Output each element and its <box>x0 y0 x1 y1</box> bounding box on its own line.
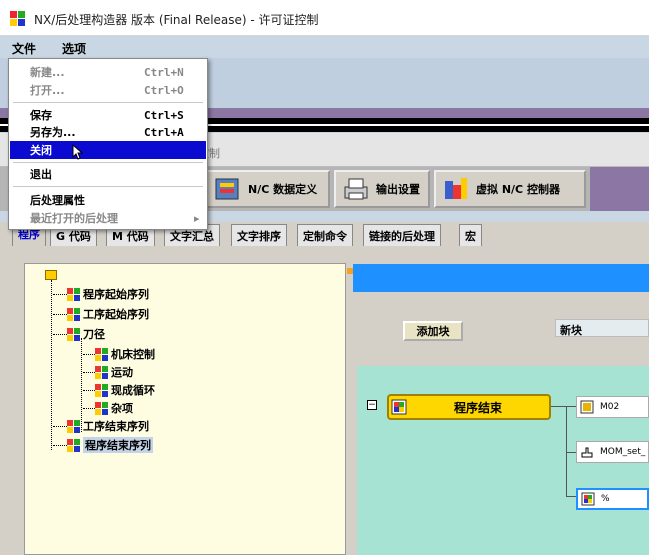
tab-label: N/C 数据定义 <box>248 183 318 196</box>
menu-bar: 文件 选项 <box>0 36 649 58</box>
decor-band <box>590 167 649 211</box>
nc-data-icon <box>214 175 242 203</box>
menu-separator <box>13 186 203 187</box>
printer-icon <box>342 175 370 203</box>
tab-word-sequence[interactable]: 文字排序 <box>231 224 287 246</box>
menu-item-post-properties[interactable]: 后处理属性 <box>10 191 206 209</box>
sequence-icon <box>67 438 80 452</box>
virtual-nc-icon <box>442 175 470 203</box>
tab-virtual-nc-controller[interactable]: 虚拟 N/C 控制器 <box>434 170 586 208</box>
menu-item-save[interactable]: 保存 Ctrl+S <box>10 106 206 124</box>
menu-item-close[interactable]: 关闭 <box>10 141 206 159</box>
sequence-icon <box>67 327 80 341</box>
file-menu-dropdown: 新建... Ctrl+N 打开... Ctrl+O 保存 Ctrl+S 另存为... C… <box>8 58 208 230</box>
collapse-toggle[interactable]: − <box>367 400 377 410</box>
tree-item-tool-path[interactable]: 刀径 <box>53 326 105 342</box>
block-m02[interactable]: M02 <box>576 396 649 418</box>
tab-macro[interactable]: 宏 <box>459 224 482 246</box>
sequence-icon <box>95 365 108 379</box>
tree-item-misc[interactable]: 杂项 <box>83 400 133 416</box>
block-percent[interactable]: % <box>576 488 649 510</box>
menu-item-open[interactable]: 打开... Ctrl+O <box>10 81 206 99</box>
hand-icon <box>580 445 594 459</box>
menu-item-exit[interactable]: 退出 <box>10 165 206 183</box>
connector <box>566 496 576 497</box>
sequence-icon <box>95 401 108 415</box>
tree-item-machine-control[interactable]: 机床控制 <box>83 346 155 362</box>
menu-file[interactable]: 文件 <box>12 40 36 57</box>
tab-custom-command[interactable]: 定制命令 <box>297 224 353 246</box>
window-title: NX/后处理构造器 版本 (Final Release) - 许可证控制 <box>34 13 319 27</box>
tab-nc-data-definition[interactable]: N/C 数据定义 <box>206 170 330 208</box>
tab-label: 虚拟 N/C 控制器 <box>476 183 560 196</box>
title-bar: NX/后处理构造器 版本 (Final Release) - 许可证控制 <box>0 0 649 36</box>
mouse-cursor-icon <box>72 143 84 163</box>
new-block-select[interactable]: 新块 <box>555 319 649 337</box>
sequence-icon <box>391 399 407 415</box>
editor-header-bar <box>353 264 649 292</box>
tree-item-operation-end[interactable]: 工序结束序列 <box>53 418 149 434</box>
sequence-icon <box>95 383 108 397</box>
tab-label: 输出设置 <box>376 183 420 196</box>
block-icon <box>580 400 594 414</box>
tree-item-program-end[interactable]: 程序结束序列 <box>53 437 153 453</box>
folder-icon[interactable] <box>45 270 57 280</box>
block-icon <box>581 492 595 506</box>
tab-linked-posts[interactable]: 链接的后处理 <box>363 224 441 246</box>
menu-item-save-as[interactable]: 另存为... Ctrl+A <box>10 123 206 141</box>
menu-separator <box>13 102 203 103</box>
menu-item-recent-posts[interactable]: 最近打开的后处理 ▸ <box>10 209 206 227</box>
menu-separator <box>13 162 203 163</box>
menu-item-new[interactable]: 新建... Ctrl+N <box>10 63 206 81</box>
connector <box>566 452 576 453</box>
chevron-right-icon: ▸ <box>194 211 200 225</box>
connector <box>566 406 567 496</box>
tab-output-settings[interactable]: 输出设置 <box>334 170 430 208</box>
sequence-icon <box>67 419 80 433</box>
sequence-icon <box>95 347 108 361</box>
menu-options[interactable]: 选项 <box>62 40 86 57</box>
program-end-marker[interactable]: 程序结束 <box>387 394 551 420</box>
sequence-icon <box>67 307 80 321</box>
tree-item-canned-cycle[interactable]: 现成循环 <box>83 382 155 398</box>
add-block-button[interactable]: 添加块 <box>403 321 463 341</box>
sequence-icon <box>67 287 80 301</box>
tree-item-program-start[interactable]: 程序起始序列 <box>53 286 149 302</box>
block-mom-set[interactable]: MOM_set_ <box>576 441 649 463</box>
app-icon <box>10 11 26 27</box>
sequence-tree: 程序起始序列 工序起始序列 刀径 机床控制 运动 现成循环 杂项 工序结束序列 <box>24 263 346 555</box>
connector <box>551 406 577 407</box>
tree-item-motion[interactable]: 运动 <box>83 364 133 380</box>
tree-item-operation-start[interactable]: 工序起始序列 <box>53 306 149 322</box>
